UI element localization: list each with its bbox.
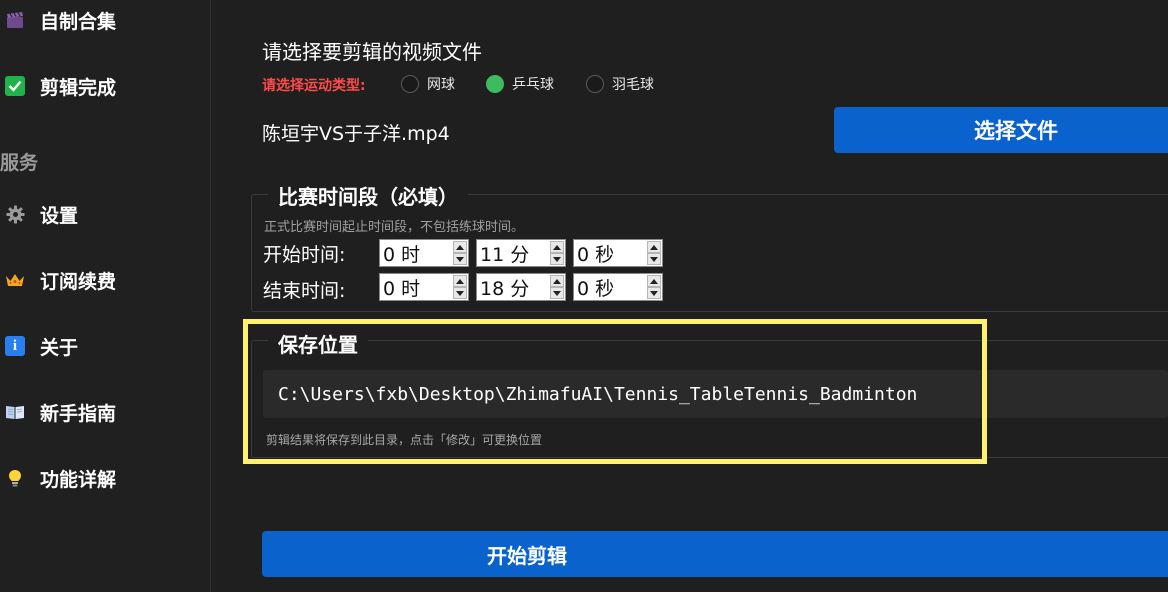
spin-down-arrow-icon[interactable] [550,287,564,299]
radio-indicator[interactable] [401,75,419,93]
radio-label: 乒乓球 [512,77,554,93]
save-location-hint: 剪辑结果将保存到此目录，点击「修改」可更换位置 [266,433,543,447]
sidebar-item-features[interactable]: 功能详解 [0,458,210,498]
spinbox-value: 0 时 [383,243,421,266]
spin-down-arrow-icon[interactable] [453,253,467,265]
spin-up-arrow-icon[interactable] [647,241,661,253]
sidebar-item-label: 剪辑完成 [40,76,117,99]
spin-up-arrow-icon[interactable] [647,275,661,287]
gear-icon [5,204,25,224]
radio-indicator[interactable] [486,75,504,93]
sidebar-item-label: 订阅续费 [40,270,117,293]
start-editing-button[interactable]: 开始剪辑 [262,531,1168,577]
spin-down-arrow-icon[interactable] [647,253,661,265]
spin-up-arrow-icon[interactable] [550,275,564,287]
radio-tennis[interactable]: 网球 [401,74,455,94]
radio-badminton[interactable]: 羽毛球 [586,74,654,94]
sidebar-item-label: 关于 [40,336,79,359]
end-seconds-spinbox[interactable]: 0 秒 [573,273,663,301]
sidebar-item-subscription[interactable]: 订阅续费 [0,260,210,300]
radio-label: 网球 [427,77,455,93]
check-square-icon [5,76,25,96]
sidebar-item-label: 设置 [40,204,79,227]
sidebar-item-label: 功能详解 [40,468,117,491]
crown-icon [5,270,25,290]
sidebar: 自制合集 剪辑完成 服务 设置 订阅续费 i 关于 新手指南 功能详解 [0,0,211,592]
spin-down-arrow-icon[interactable] [453,287,467,299]
sidebar-item-completed[interactable]: 剪辑完成 [0,66,210,106]
spinbox-value: 0 秒 [577,243,615,266]
sidebar-item-settings[interactable]: 设置 [0,194,210,234]
start-seconds-spinbox[interactable]: 0 秒 [573,239,663,267]
start-minutes-spinbox[interactable]: 11 分 [476,239,566,267]
match-time-hint: 正式比赛时间起止时间段，不包括练球时间。 [264,220,525,235]
spin-up-arrow-icon[interactable] [550,241,564,253]
start-time-label: 开始时间: [263,244,346,266]
book-icon [5,402,25,422]
spinbox-value: 0 秒 [577,277,615,300]
main-panel: 请选择要剪辑的视频文件 请选择运动类型: 网球 乒乓球 羽毛球 陈垣宇VS于子洋… [211,0,1168,592]
radio-label: 羽毛球 [612,77,654,93]
sidebar-item-collections[interactable]: 自制合集 [0,0,210,40]
choose-file-button[interactable]: 选择文件 [834,107,1168,153]
sidebar-item-label: 自制合集 [40,10,117,33]
selected-file-name: 陈垣宇VS于子洋.mp4 [262,123,450,145]
save-location-title: 保存位置 [268,329,368,358]
end-minutes-spinbox[interactable]: 18 分 [476,273,566,301]
match-time-title: 比赛时间段（必填） [268,181,468,210]
save-path-field[interactable]: C:\Users\fxb\Desktop\ZhimafuAI\Tennis_Ta… [263,370,1168,418]
clapperboard-icon [5,10,25,30]
sport-type-label: 请选择运动类型: [262,78,366,94]
radio-indicator[interactable] [586,75,604,93]
spin-down-arrow-icon[interactable] [550,253,564,265]
end-time-label: 结束时间: [263,280,346,302]
spin-up-arrow-icon[interactable] [453,275,467,287]
sidebar-item-label: 新手指南 [40,402,117,425]
spin-up-arrow-icon[interactable] [453,241,467,253]
end-hours-spinbox[interactable]: 0 时 [379,273,469,301]
spinbox-value: 11 分 [480,243,530,266]
sidebar-item-about[interactable]: i 关于 [0,326,210,366]
lightbulb-icon [5,468,25,488]
radio-table-tennis[interactable]: 乒乓球 [486,74,554,94]
sidebar-item-guide[interactable]: 新手指南 [0,392,210,432]
start-hours-spinbox[interactable]: 0 时 [379,239,469,267]
spinbox-value: 0 时 [383,277,421,300]
spin-down-arrow-icon[interactable] [647,287,661,299]
page-title: 请选择要剪辑的视频文件 [262,40,482,64]
info-icon: i [5,336,25,356]
spinbox-value: 18 分 [480,277,530,300]
sidebar-section-title: 服务 [0,152,39,174]
